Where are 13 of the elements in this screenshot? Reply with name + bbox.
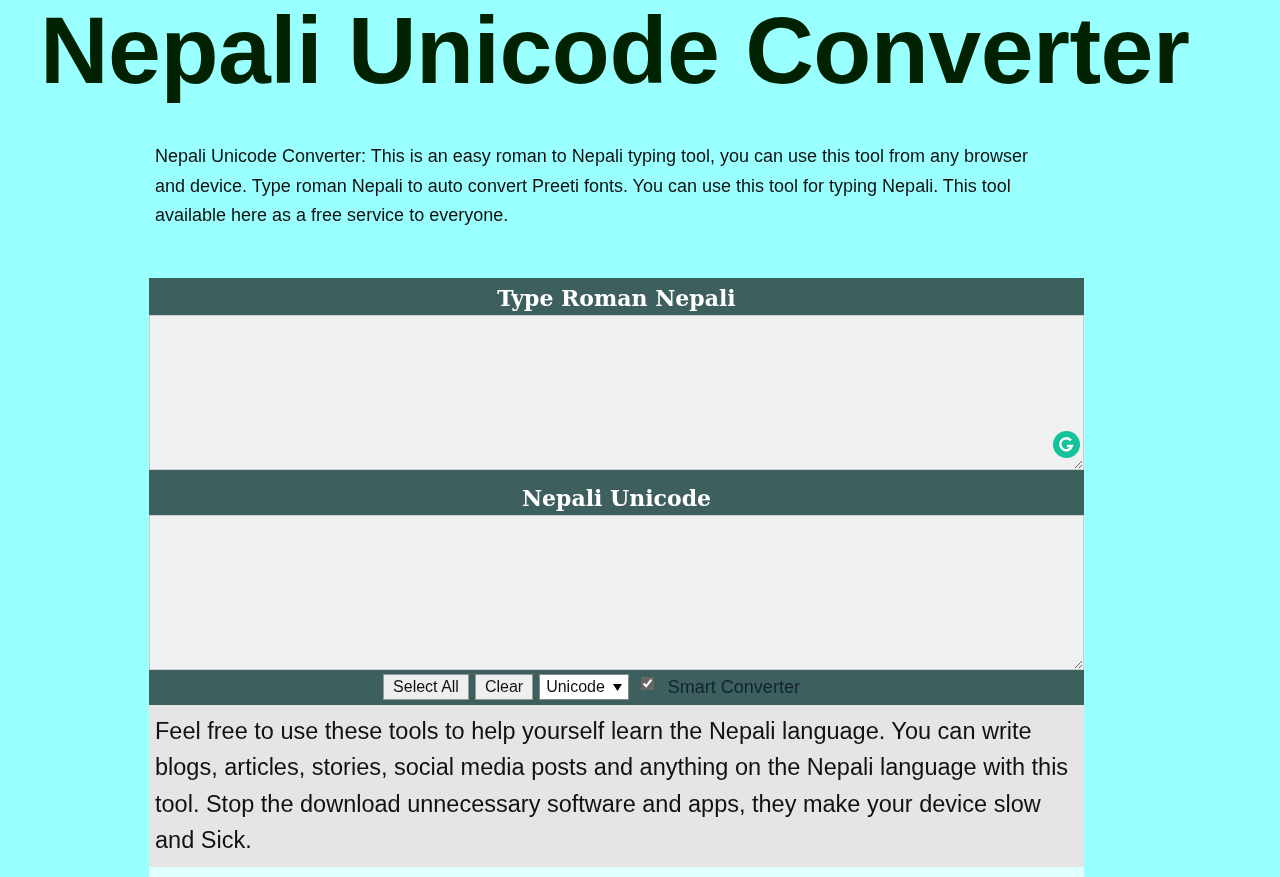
caret-icon: [612, 683, 622, 691]
grammar-check-icon[interactable]: [1053, 430, 1080, 458]
info-paragraph: Feel free to use these tools to help yourself learn the Nepali language. You can write blogs, articles, stories, social media posts and anything on the Nepali language with this tool. Stop the download unnecessary software and apps, they make your device slow and Sick.: [149, 704, 1084, 867]
toolbar-button[interactable]: Clear: [474, 674, 534, 700]
input-heading: Type Roman Nepali: [497, 283, 736, 313]
roman-input-field[interactable]: [149, 314, 1084, 470]
toolbar-button[interactable]: Select All: [383, 674, 469, 700]
font-dropdown[interactable]: Unicode: [539, 674, 629, 700]
smart-converter-checkbox[interactable]: [640, 676, 654, 690]
intro-paragraph: Nepali Unicode Converter: This is an easy roman to Nepali typing tool, you can use this tool from any browser and device. Type roman Nepali to auto convert Preeti fonts. You can use this tool for typing Nepali. This tool available here as a free service to everyone.: [155, 145, 1030, 227]
smart-converter-label: Smart Converter: [667, 676, 800, 698]
unicode-output-field[interactable]: [149, 514, 1084, 670]
output-heading: Nepali Unicode: [521, 483, 712, 513]
